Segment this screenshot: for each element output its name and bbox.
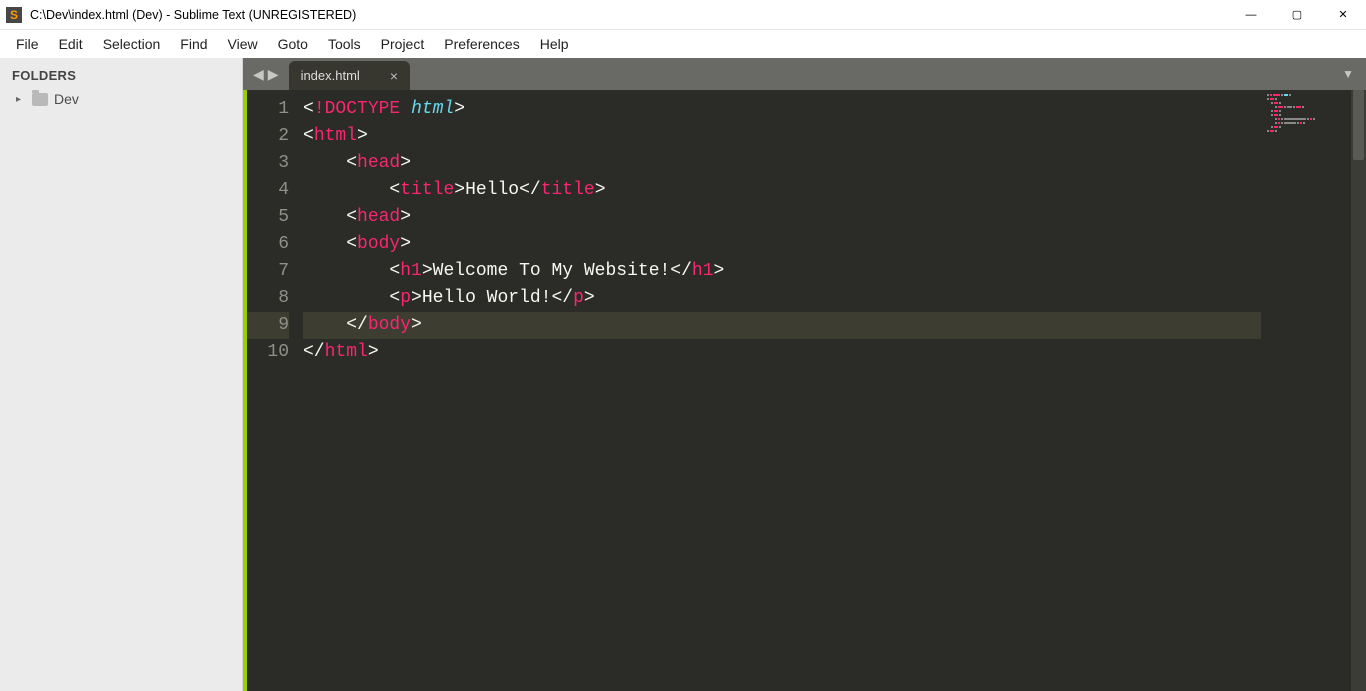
menu-item-file[interactable]: File — [6, 32, 49, 56]
menu-item-view[interactable]: View — [218, 32, 268, 56]
line-number: 6 — [247, 231, 289, 258]
close-button[interactable]: ✕ — [1320, 0, 1366, 29]
minimize-button[interactable]: — — [1228, 0, 1274, 29]
workspace: FOLDERS ▸ Dev ◀ ▶ index.html × ▼ 1234567… — [0, 58, 1366, 691]
minimap-line — [1267, 98, 1345, 101]
minimap-line — [1267, 102, 1345, 105]
folder-label: Dev — [54, 91, 79, 107]
sidebar-heading: FOLDERS — [12, 68, 230, 83]
tab-back-icon[interactable]: ◀ — [253, 66, 264, 83]
line-number-gutter: 12345678910 — [247, 90, 303, 691]
menu-item-find[interactable]: Find — [170, 32, 217, 56]
vertical-scrollbar[interactable] — [1351, 90, 1366, 691]
menu-bar: FileEditSelectionFindViewGotoToolsProjec… — [0, 30, 1366, 58]
menu-item-project[interactable]: Project — [371, 32, 435, 56]
menu-item-tools[interactable]: Tools — [318, 32, 371, 56]
tab-forward-icon[interactable]: ▶ — [268, 66, 279, 83]
tab-dropdown-icon[interactable]: ▼ — [1330, 58, 1366, 90]
menu-item-help[interactable]: Help — [530, 32, 579, 56]
line-number: 5 — [247, 204, 289, 231]
line-number: 2 — [247, 123, 289, 150]
code-line[interactable]: <!DOCTYPE html> — [303, 96, 1261, 123]
minimap-line — [1267, 114, 1345, 117]
sidebar: FOLDERS ▸ Dev — [0, 58, 243, 691]
line-number: 7 — [247, 258, 289, 285]
line-number: 4 — [247, 177, 289, 204]
code-line[interactable]: <h1>Welcome To My Website!</h1> — [303, 258, 1261, 285]
line-number: 1 — [247, 96, 289, 123]
menu-item-preferences[interactable]: Preferences — [434, 32, 529, 56]
tab-bar: ◀ ▶ index.html × ▼ — [243, 58, 1366, 90]
code-line[interactable]: <p>Hello World!</p> — [303, 285, 1261, 312]
tab-index-html[interactable]: index.html × — [289, 61, 410, 90]
folder-row-dev[interactable]: ▸ Dev — [12, 89, 230, 109]
code-line[interactable]: <head> — [303, 204, 1261, 231]
folder-icon — [32, 93, 48, 106]
menu-item-edit[interactable]: Edit — [49, 32, 93, 56]
minimap-line — [1267, 94, 1345, 97]
code-line[interactable]: <body> — [303, 231, 1261, 258]
code-line[interactable]: </html> — [303, 339, 1261, 366]
maximize-button[interactable]: ▢ — [1274, 0, 1320, 29]
tab-label: index.html — [301, 68, 360, 83]
code-container: 12345678910 <!DOCTYPE html><html> <head>… — [243, 90, 1366, 691]
tab-close-icon[interactable]: × — [390, 68, 398, 84]
code-line[interactable]: </body> — [303, 312, 1261, 339]
minimap-line — [1267, 130, 1345, 133]
tab-nav-arrows: ◀ ▶ — [243, 58, 289, 90]
code-editor[interactable]: <!DOCTYPE html><html> <head> <title>Hell… — [303, 90, 1261, 691]
line-number: 9 — [247, 312, 289, 339]
title-bar: S C:\Dev\index.html (Dev) - Sublime Text… — [0, 0, 1366, 30]
menu-item-selection[interactable]: Selection — [93, 32, 171, 56]
minimap-line — [1267, 126, 1345, 129]
code-line[interactable]: <title>Hello</title> — [303, 177, 1261, 204]
window-controls: — ▢ ✕ — [1228, 0, 1366, 29]
minimap-line — [1267, 110, 1345, 113]
code-line[interactable]: <head> — [303, 150, 1261, 177]
minimap-line — [1267, 118, 1345, 121]
menu-item-goto[interactable]: Goto — [268, 32, 318, 56]
scrollbar-thumb[interactable] — [1353, 90, 1364, 160]
line-number: 3 — [247, 150, 289, 177]
code-line[interactable]: <html> — [303, 123, 1261, 150]
editor-area: ◀ ▶ index.html × ▼ 12345678910 <!DOCTYPE… — [243, 58, 1366, 691]
minimap-line — [1267, 106, 1345, 109]
line-number: 10 — [247, 339, 289, 366]
minimap[interactable] — [1261, 90, 1351, 691]
line-number: 8 — [247, 285, 289, 312]
app-icon: S — [6, 7, 22, 23]
minimap-line — [1267, 122, 1345, 125]
disclosure-icon[interactable]: ▸ — [16, 94, 26, 105]
window-title: C:\Dev\index.html (Dev) - Sublime Text (… — [30, 8, 356, 22]
